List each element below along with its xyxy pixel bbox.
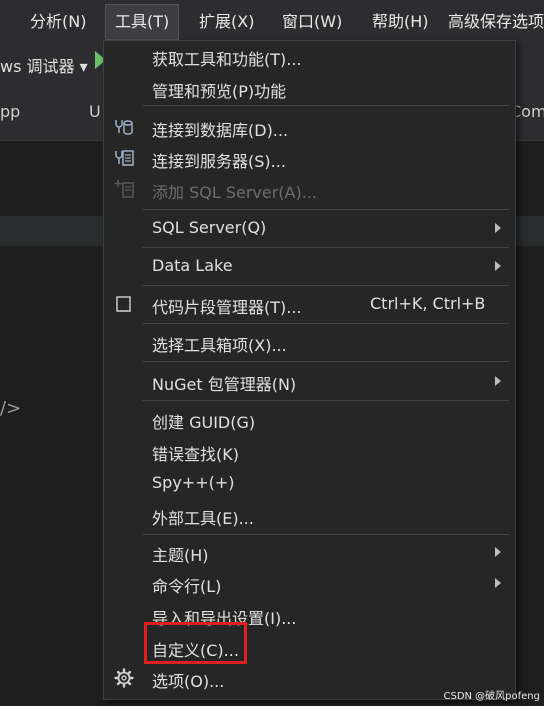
submenu-arrow-icon: [495, 261, 501, 271]
menu-item-label: 创建 GUID(G): [152, 413, 256, 432]
menu-item-label: 错误查找(K): [152, 445, 239, 464]
highlight-annotation-box: [144, 622, 247, 664]
menu-bar: 分析(N) 工具(T) 扩展(X) 窗口(W) 帮助(H) 高级保存选项: [0, 0, 544, 44]
menu-item-label: Data Lake: [152, 256, 233, 275]
menu-help[interactable]: 帮助(H): [372, 0, 429, 44]
menu-extensions[interactable]: 扩展(X): [199, 0, 254, 44]
gear-icon: [114, 668, 134, 688]
database-connect-icon: [115, 120, 133, 135]
menu-item-toolbox-items[interactable]: 选择工具箱项(X)...: [104, 327, 515, 357]
menu-item-label: NuGet 包管理器(N): [152, 375, 297, 394]
submenu-arrow-icon: [495, 376, 501, 386]
menu-item-external-tools[interactable]: 外部工具(E)...: [104, 500, 515, 530]
menu-item-sql-server[interactable]: SQL Server(Q): [104, 213, 515, 243]
menu-item-nuget[interactable]: NuGet 包管理器(N): [104, 366, 515, 396]
watermark: CSDN @破风pofeng: [443, 691, 540, 702]
menu-item-snippet-manager[interactable]: 代码片段管理器(T)... Ctrl+K, Ctrl+B: [104, 289, 515, 319]
menu-item-label: 外部工具(E)...: [152, 509, 254, 528]
menu-item-connect-database[interactable]: 连接到数据库(D)...: [104, 112, 515, 142]
tools-menu: 获取工具和功能(T)... 管理和预览(P)功能 连接到数据库(D)... 连接…: [103, 40, 516, 700]
menu-item-label: 命令行(L): [152, 577, 222, 596]
menu-window[interactable]: 窗口(W): [282, 0, 342, 44]
menu-item-spy[interactable]: Spy++(+): [104, 468, 515, 498]
menu-item-add-sql-server: 添加 SQL Server(A)...: [104, 174, 515, 204]
menu-separator: [142, 105, 509, 106]
menu-item-connect-server[interactable]: 连接到服务器(S)...: [104, 143, 515, 173]
menu-item-label: 连接到服务器(S)...: [152, 152, 286, 171]
menu-separator: [142, 285, 509, 286]
menu-separator: [142, 323, 509, 324]
snippet-icon: [116, 296, 131, 312]
submenu-arrow-icon: [495, 223, 501, 233]
code-fragment: />: [0, 398, 22, 419]
submenu-arrow-icon: [495, 578, 501, 588]
menu-item-create-guid[interactable]: 创建 GUID(G): [104, 404, 515, 434]
menu-analyze[interactable]: 分析(N): [30, 0, 86, 44]
tab-left[interactable]: pp: [0, 102, 20, 121]
menu-advanced-save[interactable]: 高级保存选项: [448, 0, 544, 44]
menu-item-theme[interactable]: 主题(H): [104, 537, 515, 567]
menu-item-shortcut: Ctrl+K, Ctrl+B: [370, 294, 486, 313]
tab-u[interactable]: U: [89, 102, 101, 121]
menu-item-error-lookup[interactable]: 错误查找(K): [104, 436, 515, 466]
menu-item-label: 代码片段管理器(T)...: [152, 298, 302, 317]
menu-separator: [142, 247, 509, 248]
menu-item-label: 选项(O)...: [152, 672, 225, 691]
menu-separator: [142, 534, 509, 535]
menu-separator: [142, 400, 509, 401]
menu-item-data-lake[interactable]: Data Lake: [104, 251, 515, 281]
menu-item-label: 管理和预览(P)功能: [152, 82, 287, 101]
menu-item-label: SQL Server(Q): [152, 218, 267, 237]
menu-item-label: 添加 SQL Server(A)...: [152, 183, 317, 202]
menu-separator: [142, 209, 509, 210]
menu-item-manage-preview[interactable]: 管理和预览(P)功能: [104, 73, 515, 103]
menu-item-label: 连接到数据库(D)...: [152, 121, 289, 140]
menu-item-command-line[interactable]: 命令行(L): [104, 568, 515, 598]
menu-item-label: Spy++(+): [152, 473, 235, 492]
menu-item-label: 主题(H): [152, 546, 209, 565]
submenu-arrow-icon: [495, 547, 501, 557]
menu-item-label: 获取工具和功能(T)...: [152, 50, 302, 69]
debugger-dropdown[interactable]: ws 调试器 ▾: [0, 53, 88, 77]
menu-separator: [142, 361, 509, 362]
menu-item-label: 选择工具箱项(X)...: [152, 336, 287, 355]
menu-tools[interactable]: 工具(T): [105, 4, 180, 40]
menu-item-get-tools[interactable]: 获取工具和功能(T)...: [104, 41, 515, 71]
add-server-icon: [114, 180, 134, 198]
server-connect-icon: [115, 150, 134, 166]
